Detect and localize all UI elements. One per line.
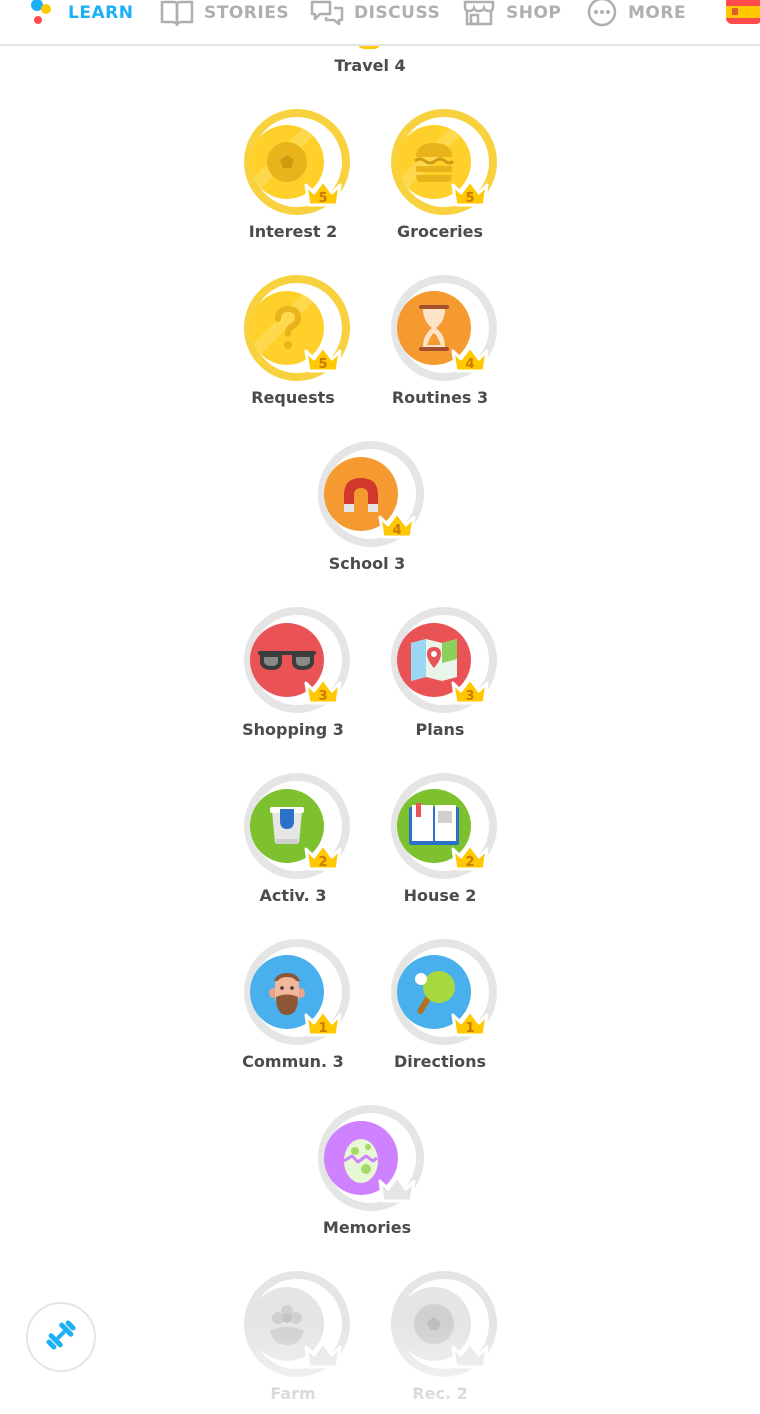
crown-level: 4 — [392, 523, 401, 538]
crown-level: 3 — [318, 689, 327, 704]
skill-label: Groceries — [396, 222, 484, 241]
crown-level: 2 — [318, 855, 327, 870]
skill-label: Rec. 2 — [412, 1384, 468, 1403]
crown-icon: 5 — [450, 176, 490, 208]
skill-label: House 2 — [403, 886, 477, 905]
crown-icon: 5 — [303, 342, 343, 374]
crown-level: 4 — [465, 357, 474, 372]
crown-icon: 2 — [303, 840, 343, 872]
crown-icon: 4 — [450, 342, 490, 374]
crown-level: 5 — [318, 357, 327, 372]
crown-icon — [303, 1338, 343, 1370]
paint-bucket-icon — [270, 807, 304, 844]
crown-icon — [377, 1172, 417, 1204]
nav-stories[interactable]: STORIES — [160, 0, 289, 26]
crown-icon: 5 — [303, 176, 343, 208]
nav-learn[interactable]: LEARN — [28, 0, 133, 26]
crown-level: 3 — [465, 689, 474, 704]
skill-label: Routines 3 — [391, 388, 489, 407]
skill-label: Directions — [393, 1052, 487, 1071]
top-nav-bar: LEARN STORIES DISCUSS SHOP MORE — [0, 0, 760, 46]
crown-icon — [450, 1338, 490, 1370]
nav-more[interactable]: MORE — [586, 0, 687, 27]
shop-icon — [462, 0, 496, 26]
crown-icon: 1 — [450, 1006, 490, 1038]
crown-icon: 3 — [303, 674, 343, 706]
nav-more-label: MORE — [628, 3, 687, 23]
spain-flag-icon[interactable] — [726, 0, 760, 24]
egg-icon — [343, 1139, 378, 1183]
crown-icon: 4 — [377, 508, 417, 540]
skill-label: Travel 4 — [334, 56, 406, 75]
nav-shop[interactable]: SHOP — [462, 0, 561, 26]
skill-label: Plans — [415, 720, 465, 739]
crown-icon: 3 — [450, 674, 490, 706]
crown-level: 5 — [318, 191, 327, 206]
nav-shop-label: SHOP — [506, 3, 562, 23]
crown-icon: 1 — [303, 1006, 343, 1038]
crown-level: 1 — [465, 1021, 474, 1036]
book-icon — [160, 0, 194, 26]
more-dots-icon — [586, 0, 618, 27]
crown-level: 2 — [465, 855, 474, 870]
nav-stories-label: STORIES — [204, 3, 290, 23]
nav-discuss[interactable]: DISCUSS — [310, 0, 440, 26]
crown-icon: 2 — [450, 840, 490, 872]
soccer-ball-icon — [414, 1304, 454, 1344]
learn-logo-icon — [28, 0, 58, 26]
soccer-ball-icon — [267, 142, 307, 182]
chat-bubbles-icon — [310, 0, 344, 26]
dumbbell-icon — [41, 1315, 81, 1359]
nav-discuss-label: DISCUSS — [354, 3, 441, 23]
book-icon — [409, 803, 459, 845]
nav-learn-label: LEARN — [68, 3, 134, 23]
crown-level: 5 — [465, 191, 474, 206]
skill-label: School 3 — [328, 554, 406, 573]
practice-button[interactable] — [26, 1302, 96, 1372]
skill-label: Memories — [322, 1218, 412, 1237]
crown-level: 1 — [318, 1021, 327, 1036]
